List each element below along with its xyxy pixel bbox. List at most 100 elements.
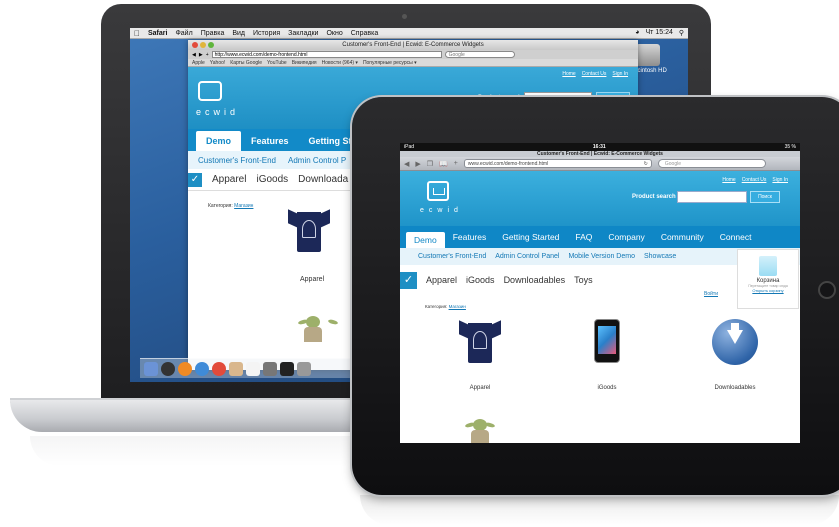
product-search-input[interactable] bbox=[677, 191, 747, 203]
safari-titlebar: Customer's Front-End | Ecwid: E-Commerce… bbox=[188, 40, 638, 50]
bookmark-item[interactable]: Популярные ресурсы ▾ bbox=[363, 59, 417, 66]
add-icon[interactable]: + bbox=[454, 160, 458, 167]
yoda-toy-image[interactable] bbox=[297, 312, 339, 352]
bookmarks-icon[interactable]: 📖 bbox=[439, 160, 448, 168]
product-name[interactable]: iGoods bbox=[562, 385, 652, 391]
ipad-reflection bbox=[360, 495, 839, 525]
download-arrow-icon bbox=[712, 319, 758, 365]
nav-demo[interactable]: Demo bbox=[406, 232, 445, 248]
bookmark-item[interactable]: Карты Google bbox=[230, 59, 262, 66]
menu-view[interactable]: Вид bbox=[232, 30, 245, 37]
contact-link[interactable]: Contact Us bbox=[582, 71, 607, 77]
hard-drive-icon bbox=[636, 44, 660, 66]
close-icon[interactable] bbox=[192, 42, 198, 48]
address-bar[interactable]: http://www.ecwid.com/demo-frontend.html bbox=[211, 51, 442, 58]
search-button[interactable]: Поиск bbox=[750, 191, 780, 203]
product-name[interactable]: Downloadables bbox=[690, 385, 780, 391]
signin-link[interactable]: Sign In bbox=[772, 177, 788, 183]
address-bar[interactable]: www.ecwid.com/demo-frontend.html ↻ bbox=[463, 159, 652, 168]
home-link[interactable]: Home bbox=[562, 71, 575, 77]
search-field[interactable]: Google bbox=[657, 159, 766, 168]
reload-icon[interactable]: ↻ bbox=[644, 160, 648, 168]
search-field[interactable]: Google bbox=[444, 51, 515, 58]
spotlight-icon[interactable]: ⚲ bbox=[679, 29, 684, 37]
menu-file[interactable]: Файл bbox=[175, 30, 192, 37]
dashboard-icon[interactable] bbox=[161, 361, 175, 376]
menu-bookmarks[interactable]: Закладки bbox=[288, 30, 318, 37]
subnav-showcase[interactable]: Showcase bbox=[644, 253, 676, 260]
calendar-icon[interactable] bbox=[246, 361, 260, 376]
product-label[interactable]: Apparel bbox=[300, 276, 324, 283]
category-downloadables[interactable]: Downloadables bbox=[504, 275, 566, 285]
nav-community[interactable]: Community bbox=[653, 232, 712, 242]
address-text: www.ecwid.com/demo-frontend.html bbox=[467, 161, 549, 167]
cart-widget[interactable]: Корзина Перетащите товар сюда Открыть ко… bbox=[737, 249, 799, 309]
pages-icon[interactable]: ❐ bbox=[427, 160, 433, 168]
nav-faq[interactable]: FAQ bbox=[567, 232, 600, 242]
apple-icon[interactable]:  bbox=[134, 29, 140, 38]
category-apparel[interactable]: Apparel bbox=[426, 275, 457, 285]
category-igoods[interactable]: iGoods bbox=[466, 275, 495, 285]
product-card-downloadables[interactable]: Downloadables bbox=[690, 319, 780, 391]
category-toys[interactable]: Toys bbox=[574, 275, 593, 285]
nav-features[interactable]: Features bbox=[241, 136, 299, 151]
system-preferences-icon[interactable] bbox=[263, 361, 277, 376]
finder-icon[interactable] bbox=[144, 361, 158, 376]
nav-features[interactable]: Features bbox=[445, 232, 495, 242]
cart-logo-icon[interactable] bbox=[198, 81, 222, 101]
yoda-toy-image[interactable] bbox=[464, 415, 496, 443]
product-thumb-apparel[interactable] bbox=[286, 208, 332, 254]
home-link[interactable]: Home bbox=[722, 177, 735, 183]
menu-help[interactable]: Справка bbox=[351, 30, 378, 37]
back-icon[interactable]: ◀ bbox=[404, 160, 409, 168]
product-card-igoods[interactable]: iGoods bbox=[562, 319, 652, 391]
signin-link[interactable]: Sign In bbox=[612, 71, 628, 77]
bookmark-item[interactable]: Apple bbox=[192, 59, 205, 66]
open-cart-link[interactable]: Открыть корзину bbox=[738, 288, 798, 293]
forward-icon[interactable]: ▶ bbox=[415, 160, 420, 168]
subnav-frontend[interactable]: Customer's Front-End bbox=[418, 253, 486, 260]
cart-logo-icon[interactable] bbox=[427, 181, 449, 201]
back-icon[interactable]: ◀ bbox=[192, 52, 196, 58]
bookmark-item[interactable]: Википедия bbox=[292, 59, 317, 66]
product-name[interactable]: Apparel bbox=[435, 385, 525, 391]
chrome-icon[interactable] bbox=[212, 361, 226, 376]
minimize-icon[interactable] bbox=[200, 42, 206, 48]
category-downloadables[interactable]: Downloada bbox=[298, 174, 348, 185]
bookmarks-bar: Apple Yahoo! Карты Google YouTube Википе… bbox=[188, 59, 638, 67]
address-book-icon[interactable] bbox=[229, 361, 243, 376]
home-button-icon[interactable] bbox=[818, 281, 836, 299]
product-card-apparel[interactable]: Apparel bbox=[435, 319, 525, 391]
app-icon[interactable] bbox=[297, 361, 311, 376]
forward-icon[interactable]: ▶ bbox=[199, 52, 203, 58]
menu-window[interactable]: Окно bbox=[326, 30, 342, 37]
menu-history[interactable]: История bbox=[253, 30, 280, 37]
category-apparel[interactable]: Apparel bbox=[212, 174, 246, 185]
macbook-reflection bbox=[30, 436, 390, 466]
category-igoods[interactable]: iGoods bbox=[256, 174, 288, 185]
breadcrumb-link[interactable]: Магазин bbox=[234, 203, 253, 209]
nav-company[interactable]: Company bbox=[600, 232, 652, 242]
contact-link[interactable]: Contact Us bbox=[742, 177, 767, 183]
subnav-frontend[interactable]: Customer's Front-End bbox=[198, 156, 276, 165]
menu-app-name[interactable]: Safari bbox=[148, 30, 167, 37]
nav-demo[interactable]: Demo bbox=[196, 131, 242, 151]
bookmark-item[interactable]: Новости (964) ▾ bbox=[322, 59, 358, 66]
firefox-icon[interactable] bbox=[178, 361, 192, 376]
terminal-icon[interactable] bbox=[280, 361, 294, 376]
login-link[interactable]: Войти bbox=[704, 291, 718, 297]
add-bookmark-icon[interactable]: + bbox=[206, 52, 209, 58]
nav-getting-started[interactable]: Getting Started bbox=[494, 232, 567, 242]
bookmark-item[interactable]: Yahoo! bbox=[210, 59, 225, 66]
wifi-icon[interactable]: ◕ bbox=[635, 29, 639, 37]
bookmark-item[interactable]: YouTube bbox=[267, 59, 287, 66]
menubar-clock[interactable]: Чт 15:24 bbox=[646, 29, 673, 37]
subnav-admin[interactable]: Admin Control P bbox=[288, 156, 346, 165]
subnav-admin[interactable]: Admin Control Panel bbox=[495, 253, 559, 260]
menu-edit[interactable]: Правка bbox=[201, 30, 225, 37]
breadcrumb-link[interactable]: Магазин bbox=[449, 304, 466, 309]
zoom-icon[interactable] bbox=[208, 42, 214, 48]
subnav-mobile[interactable]: Mobile Version Demo bbox=[568, 253, 635, 260]
nav-connect[interactable]: Connect bbox=[712, 232, 760, 242]
safari-icon[interactable] bbox=[195, 361, 209, 376]
